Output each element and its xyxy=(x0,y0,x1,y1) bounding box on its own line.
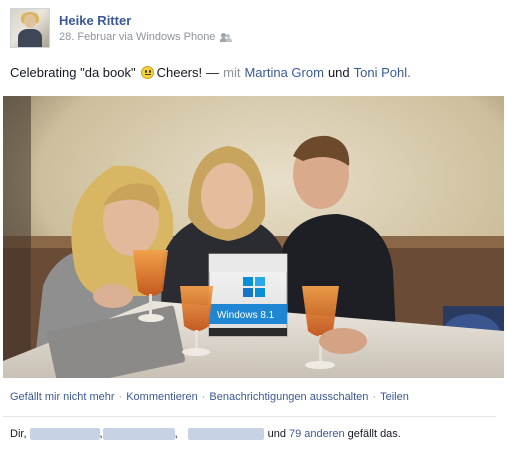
smiley-emoji-icon xyxy=(140,66,154,79)
share-link[interactable]: Teilen xyxy=(380,391,409,403)
and-label: und xyxy=(327,65,350,80)
redacted-name[interactable] xyxy=(29,428,100,440)
status-dash: — xyxy=(206,65,220,80)
likes-suffix: gefällt das. xyxy=(347,428,401,440)
likes-prefix: Dir, xyxy=(10,428,27,440)
action-separator: · xyxy=(372,391,377,403)
book-title: Windows 8.1 xyxy=(217,310,275,321)
redacted-name[interactable] xyxy=(102,428,175,440)
likes-others-link[interactable]: 79 anderen xyxy=(289,428,345,440)
post-actions: Gefällt mir nicht mehr · Kommentieren · … xyxy=(10,391,409,403)
author-name-link[interactable]: Heike Ritter xyxy=(59,13,131,28)
notifications-toggle-link[interactable]: Benachrichtigungen ausschalten xyxy=(209,391,368,403)
post-source[interactable]: Windows Phone xyxy=(136,31,216,43)
post-meta: 28. Februar via Windows Phone xyxy=(59,31,233,43)
post-date[interactable]: 28. Februar xyxy=(59,31,116,43)
tagged-user-link[interactable]: Martina Grom xyxy=(244,65,323,80)
unlike-link[interactable]: Gefällt mir nicht mehr xyxy=(10,391,115,403)
friends-icon[interactable] xyxy=(220,32,233,42)
author-avatar[interactable] xyxy=(10,8,50,48)
status-text: Celebrating "da book" Cheers! — mit Mart… xyxy=(10,65,411,80)
comment-link[interactable]: Kommentieren xyxy=(126,391,198,403)
action-separator: · xyxy=(118,391,123,403)
tagged-user-link[interactable]: Toni Pohl. xyxy=(354,65,411,80)
likes-summary: Dir, , , und 79 anderen gefällt das. xyxy=(10,428,404,440)
via-label: via xyxy=(118,31,133,43)
likes-summary-box: Dir, , , und 79 anderen gefällt das. xyxy=(3,416,496,452)
news-feed-post: Heike Ritter 28. Februar via Windows Pho… xyxy=(0,0,507,452)
status-message: Celebrating "da book" xyxy=(10,65,136,80)
status-cheers: Cheers! xyxy=(156,65,203,80)
redacted-name[interactable] xyxy=(187,428,264,440)
likes-comma: , xyxy=(174,428,178,440)
likes-and: und xyxy=(267,428,286,440)
with-label: mit xyxy=(223,65,241,80)
post-photo[interactable]: Windows 8.1 xyxy=(3,96,504,378)
photo-illustration: Windows 8.1 xyxy=(3,96,504,378)
action-separator: · xyxy=(201,391,206,403)
